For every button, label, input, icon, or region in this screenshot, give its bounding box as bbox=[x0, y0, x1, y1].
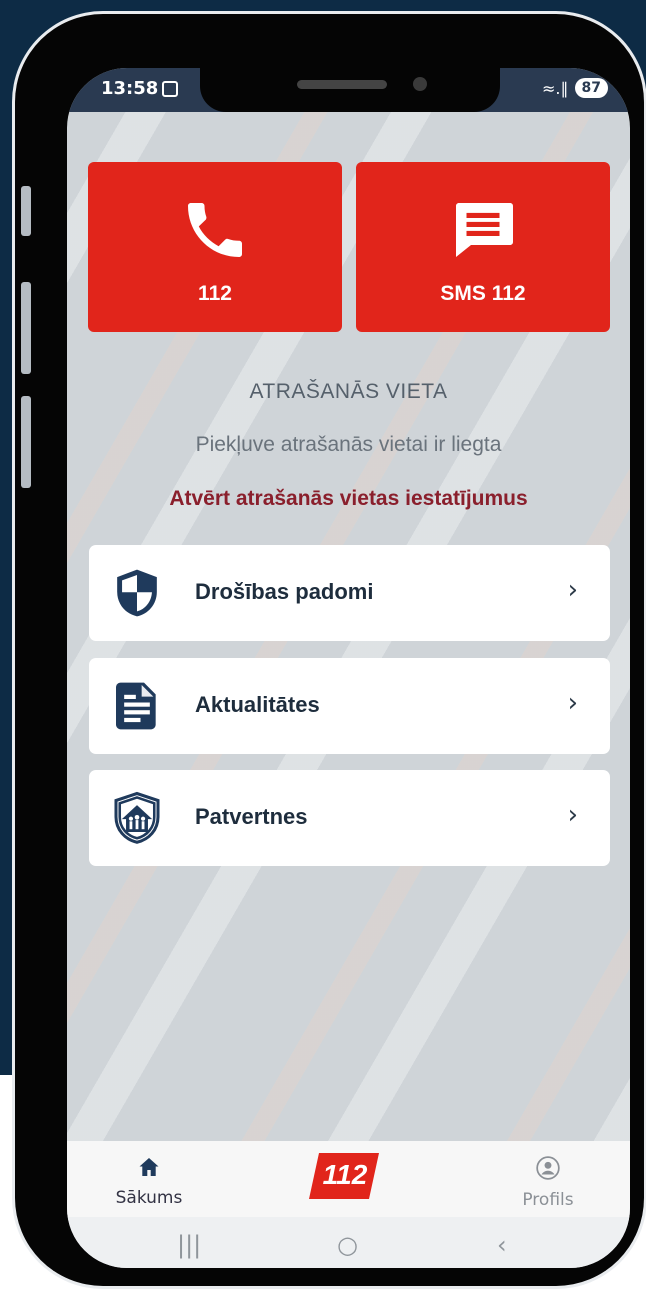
phone-frame: 13:58 ≈.∥ 87 112 SMS 112 ATRAŠANĀS VIETA… bbox=[15, 14, 644, 1286]
menu-item-label: Drošības padomi bbox=[195, 579, 374, 604]
menu-item-shelters[interactable]: Patvertnes › bbox=[89, 770, 610, 866]
chevron-right-icon: › bbox=[567, 688, 578, 718]
back-button[interactable]: ‹ bbox=[497, 1231, 507, 1259]
recent-apps-button[interactable]: ||| bbox=[177, 1231, 201, 1259]
shelter-icon bbox=[114, 791, 160, 844]
app-screen: 13:58 ≈.∥ 87 112 SMS 112 ATRAŠANĀS VIETA… bbox=[67, 68, 630, 1268]
home-icon bbox=[139, 1158, 159, 1176]
location-status-text: Piekļuve atrašanās vietai ir liegta bbox=[195, 433, 502, 456]
document-icon bbox=[116, 682, 156, 730]
sms-112-label: SMS 112 bbox=[440, 282, 526, 305]
logo-112[interactable]: 112 bbox=[307, 1151, 381, 1201]
front-camera bbox=[413, 77, 427, 91]
tab-profile[interactable]: Profils bbox=[498, 1155, 598, 1210]
tab-home[interactable]: Sākums bbox=[99, 1155, 199, 1208]
menu-item-label: Patvertnes bbox=[195, 804, 308, 829]
shield-icon bbox=[117, 569, 157, 617]
speaker-grille bbox=[297, 80, 387, 89]
system-navigation-bar: ||| ○ ‹ bbox=[67, 1217, 630, 1268]
status-time: 13:58 bbox=[101, 78, 159, 99]
profile-icon bbox=[536, 1156, 560, 1180]
phone-side-button bbox=[21, 186, 31, 236]
phone-volume-up bbox=[21, 282, 31, 374]
call-112-label: 112 bbox=[198, 282, 232, 305]
battery-indicator: 87 bbox=[574, 78, 608, 98]
sms-112-button[interactable]: SMS 112 bbox=[356, 162, 610, 332]
screen-record-icon bbox=[162, 81, 178, 97]
tab-home-label: Sākums bbox=[115, 1188, 183, 1208]
location-section-title: ATRAŠANĀS VIETA bbox=[249, 380, 448, 403]
logo-112-text: 112 bbox=[322, 1159, 368, 1190]
camera-notch bbox=[200, 68, 500, 112]
home-button[interactable]: ○ bbox=[337, 1231, 358, 1259]
menu-item-news[interactable]: Aktualitātes › bbox=[89, 658, 610, 754]
tab-profile-label: Profils bbox=[522, 1190, 574, 1210]
phone-volume-down bbox=[21, 396, 31, 488]
bottom-tab-bar: Sākums 112 Profils bbox=[67, 1141, 630, 1217]
open-location-settings-link[interactable]: Atvērt atrašanās vietas iestatījumus bbox=[67, 487, 630, 511]
call-112-button[interactable]: 112 bbox=[88, 162, 342, 332]
status-indicators: ≈.∥ 87 bbox=[542, 78, 608, 98]
menu-item-label: Aktualitātes bbox=[195, 692, 320, 717]
phone-icon bbox=[188, 203, 242, 257]
chevron-right-icon: › bbox=[567, 575, 578, 605]
wifi-signal-icon: ≈.∥ bbox=[542, 78, 569, 98]
message-icon bbox=[456, 203, 513, 257]
chevron-right-icon: › bbox=[567, 800, 578, 830]
menu-item-safety-tips[interactable]: Drošības padomi › bbox=[89, 545, 610, 641]
